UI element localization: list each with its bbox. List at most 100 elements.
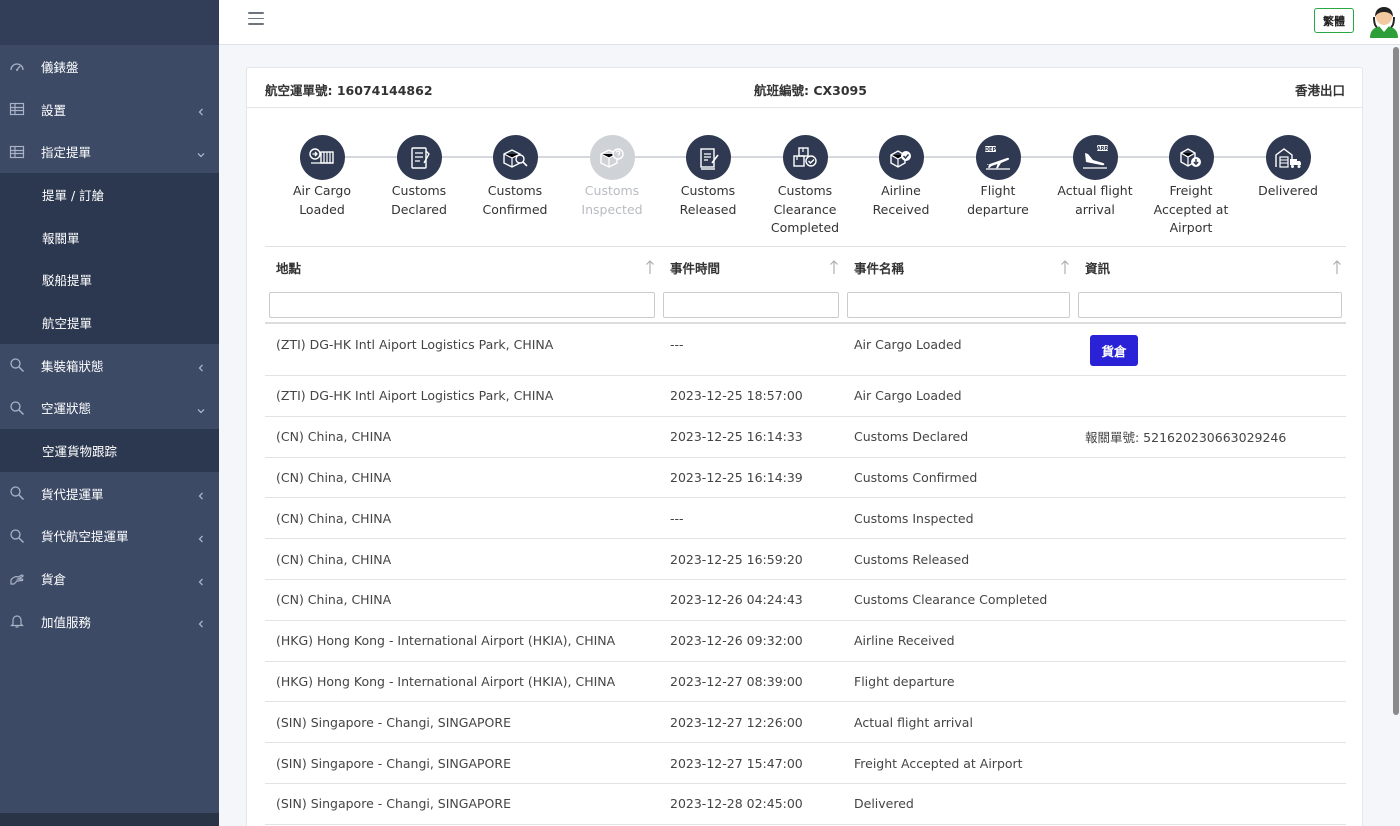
hand-icon	[9, 571, 25, 587]
column-header-label: 事件名稱	[854, 260, 905, 276]
step-customs-inspected: Customs Inspected	[562, 135, 662, 219]
designated-submenu: 提單 / 訂艙 報關單 駁船提單 航空提單	[0, 173, 219, 344]
search-icon	[9, 485, 25, 501]
sidebar-item-label: 空運狀態	[41, 401, 92, 417]
airline-received-icon[interactable]	[878, 135, 924, 180]
sidebar-item-forwarder-awb[interactable]: 貨代航空提運單	[0, 515, 219, 558]
chevron-left-icon	[197, 532, 205, 543]
cell-location: (CN) China, CHINA	[265, 416, 659, 458]
location-filter-input[interactable]	[269, 291, 655, 318]
table-row: (CN) China, CHINA 2023-12-25 16:14:33 Cu…	[265, 416, 1346, 458]
cell-location: (SIN) Singapore - Changi, SINGAPORE	[265, 783, 659, 825]
cell-time: 2023-12-26 09:32:00	[659, 620, 843, 662]
sort-arrow-icon[interactable]	[829, 259, 839, 275]
cell-info	[1074, 701, 1346, 744]
gauge-icon	[9, 58, 25, 74]
sidebar-item-air-status[interactable]: 空運狀態	[0, 387, 219, 430]
cell-info	[1074, 538, 1346, 580]
sidebar-subitem-booking[interactable]: 提單 / 訂艙	[0, 173, 219, 216]
avatar[interactable]	[1368, 4, 1400, 38]
sidebar-item-forwarder-bl[interactable]: 貨代提運單	[0, 472, 219, 515]
cell-time: 2023-12-26 04:24:43	[659, 579, 843, 621]
sort-arrow-icon[interactable]	[645, 259, 655, 275]
step-label: Flight departure	[967, 183, 1029, 217]
warehouse-button[interactable]: 貨倉	[1090, 334, 1138, 366]
page-scrollbar[interactable]	[1392, 45, 1400, 826]
step-flight-departure: DEP Flight departure	[948, 135, 1048, 219]
sort-arrow-icon[interactable]	[1060, 259, 1070, 275]
column-header-info[interactable]: 資訊	[1074, 246, 1346, 288]
chevron-down-icon	[197, 148, 205, 158]
cell-time: 2023-12-28 02:45:00	[659, 783, 843, 825]
column-header-label: 事件時間	[670, 260, 721, 276]
svg-text:ARR: ARR	[1097, 146, 1109, 152]
cell-event: Flight departure	[843, 661, 1074, 703]
flight-number: 航班編號: CX3095	[754, 83, 867, 98]
table-row: (CN) China, CHINA 2023-12-25 16:59:20 Cu…	[265, 538, 1346, 580]
sidebar-item-label: 貨代航空提運單	[41, 529, 129, 545]
customs-declared-icon[interactable]	[396, 135, 442, 180]
sidebar-item-settings[interactable]: 設置	[0, 88, 219, 131]
search-icon	[9, 357, 25, 373]
sort-arrow-icon[interactable]	[1332, 259, 1342, 275]
event-filter-input[interactable]	[847, 291, 1070, 318]
sidebar-item-label: 設置	[41, 102, 67, 118]
step-freight-accepted: Freight Accepted at Airport	[1141, 135, 1241, 238]
sidebar-subitem-barge[interactable]: 駁船提單	[0, 258, 219, 301]
scrollbar-thumb[interactable]	[1393, 47, 1399, 715]
search-icon	[9, 528, 25, 544]
step-air-cargo-loaded: Air Cargo Loaded	[272, 135, 372, 219]
step-actual-flight-arrival: ARR Actual flight arrival	[1045, 135, 1145, 219]
step-label: Customs Released	[679, 183, 737, 217]
cell-info	[1074, 783, 1346, 825]
table-row: (HKG) Hong Kong - International Airport …	[265, 661, 1346, 703]
delivered-icon[interactable]	[1265, 135, 1311, 180]
customs-confirmed-icon[interactable]	[492, 135, 538, 180]
sidebar: 儀錶盤 設置 指定提單 提單 / 訂艙 報關單 駁船提單 航空提單 集裝箱狀態 …	[0, 0, 219, 826]
cell-event: Air Cargo Loaded	[843, 375, 1074, 417]
freight-accepted-icon[interactable]	[1168, 135, 1214, 180]
sidebar-item-value-added[interactable]: 加值服務	[0, 600, 219, 643]
language-button[interactable]: 繁體	[1314, 8, 1354, 33]
sidebar-item-label: 貨代提運單	[41, 486, 104, 502]
tracking-card: 航空運單號: 16074144862 航班編號: CX3095 香港出口 Air…	[246, 67, 1363, 826]
time-filter-input[interactable]	[663, 291, 839, 318]
cargo-loaded-icon[interactable]	[299, 135, 345, 180]
cell-location: (ZTI) DG-HK Intl Aiport Logistics Park, …	[265, 322, 659, 376]
table-row: (HKG) Hong Kong - International Airport …	[265, 620, 1346, 662]
chevron-left-icon	[197, 105, 205, 116]
sidebar-subitem-declaration[interactable]: 報關單	[0, 216, 219, 259]
sidebar-item-designated-bl[interactable]: 指定提單	[0, 130, 219, 173]
awb-number: 航空運單號: 16074144862	[265, 83, 433, 98]
column-header-event[interactable]: 事件名稱	[843, 246, 1074, 288]
step-label: Customs Clearance Completed	[770, 183, 840, 235]
flight-arrival-icon[interactable]: ARR	[1072, 135, 1118, 180]
column-header-time[interactable]: 事件時間	[659, 246, 843, 288]
flight-departure-icon[interactable]: DEP	[975, 135, 1021, 180]
cell-time: 2023-12-25 16:14:39	[659, 457, 843, 499]
svg-text:DEP: DEP	[985, 147, 997, 153]
cell-location: (CN) China, CHINA	[265, 579, 659, 621]
column-header-location[interactable]: 地點	[265, 246, 659, 288]
step-customs-confirmed: Customs Confirmed	[465, 135, 565, 219]
cell-info	[1074, 742, 1346, 784]
grid-icon	[9, 144, 25, 160]
cell-location: (CN) China, CHINA	[265, 538, 659, 580]
customs-released-icon[interactable]	[685, 135, 731, 180]
sidebar-subitem-air-bl[interactable]: 航空提單	[0, 301, 219, 344]
chevron-left-icon	[197, 489, 205, 500]
cell-event: Delivered	[843, 783, 1074, 825]
menu-toggle-icon[interactable]	[248, 12, 264, 28]
sidebar-brand	[0, 0, 219, 45]
sidebar-item-container-status[interactable]: 集裝箱狀態	[0, 344, 219, 387]
customs-inspected-icon[interactable]	[589, 135, 635, 180]
cell-time: 2023-12-25 16:14:33	[659, 416, 843, 458]
clearance-completed-icon[interactable]	[782, 135, 828, 180]
cell-info: 報關單號: 521620230663029246	[1074, 416, 1346, 458]
cell-event: Customs Released	[843, 538, 1074, 580]
sidebar-item-dashboard[interactable]: 儀錶盤	[0, 45, 219, 88]
sidebar-item-warehouse[interactable]: 貨倉	[0, 557, 219, 600]
info-filter-input[interactable]	[1078, 291, 1342, 318]
status-timeline: Air Cargo Loaded Customs Declared Custom…	[247, 108, 1364, 247]
sidebar-subitem-air-tracking[interactable]: 空運貨物跟踪	[0, 429, 219, 472]
